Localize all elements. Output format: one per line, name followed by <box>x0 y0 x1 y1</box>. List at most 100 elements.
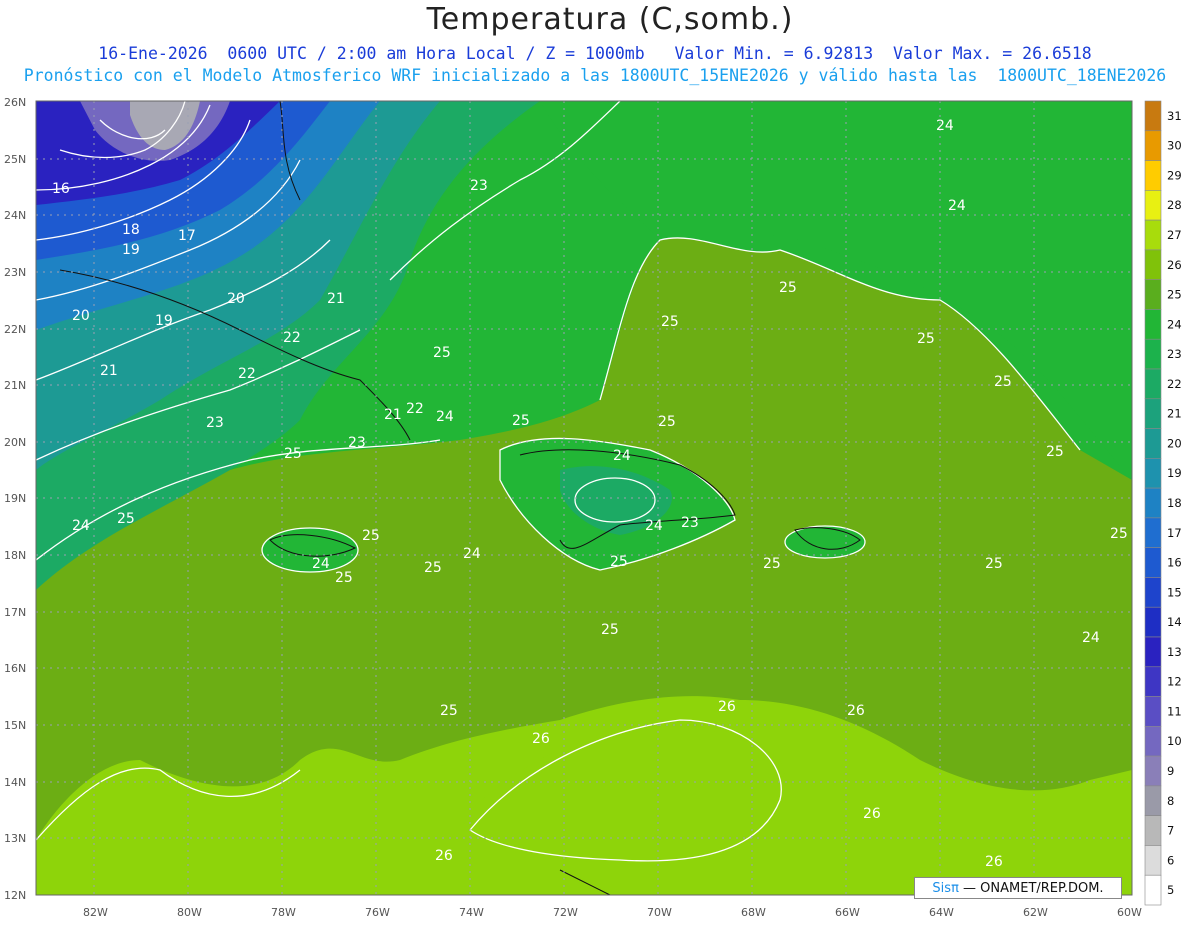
colorbar-label: 31 <box>1167 109 1182 123</box>
colorbar-swatch <box>1144 398 1162 429</box>
colorbar-label: 21 <box>1167 407 1182 421</box>
colorbar-label: 29 <box>1167 168 1182 182</box>
colorbar-label: 12 <box>1167 675 1182 689</box>
colorbar-label: 26 <box>1167 258 1182 272</box>
credit-sis: Sis <box>932 881 952 896</box>
contour-label: 23 <box>206 415 224 431</box>
contour-label: 25 <box>779 280 797 296</box>
colorbar-swatch <box>1144 458 1162 489</box>
colorbar-swatch <box>1144 755 1162 787</box>
colorbar-swatch <box>1144 606 1162 638</box>
lon-label: 82W <box>83 906 108 919</box>
colorbar-swatch <box>1144 577 1162 608</box>
colorbar-swatch <box>1144 279 1162 310</box>
lat-axis: 26N 25N 24N 23N 22N 21N 20N 19N 18N 17N … <box>4 96 26 902</box>
colorbar-label: 30 <box>1167 139 1182 153</box>
contour-label: 22 <box>406 401 424 417</box>
contour-label: 21 <box>327 291 345 307</box>
colorbar-label: 5 <box>1167 883 1174 897</box>
lat-label: 13N <box>4 832 26 845</box>
lat-label: 17N <box>4 606 26 619</box>
temperature-field: 16 17 18 19 20 19 20 21 21 22 22 23 25 2… <box>36 101 1132 895</box>
contour-label: 22 <box>283 330 301 346</box>
contour-label: 25 <box>117 511 135 527</box>
contour-label: 25 <box>362 528 380 544</box>
lon-label: 62W <box>1023 906 1048 919</box>
contour-label: 25 <box>763 556 781 572</box>
credit-org: — ONAMET/REP.DOM. <box>963 881 1104 896</box>
contour-label: 25 <box>610 554 628 570</box>
contour-label: 24 <box>72 518 90 534</box>
lon-label: 70W <box>647 906 672 919</box>
contour-label: 26 <box>532 731 550 747</box>
credit-box: Sisπ — ONAMET/REP.DOM. <box>914 877 1122 899</box>
contour-label: 26 <box>435 848 453 864</box>
colorbar-label: 28 <box>1167 198 1182 212</box>
lat-label: 22N <box>4 323 26 336</box>
colorbar-swatch <box>1144 190 1162 221</box>
lon-label: 72W <box>553 906 578 919</box>
map-title: Temperatura (C,somb.) <box>426 2 794 37</box>
contour-label: 24 <box>948 198 966 214</box>
contour-label: 19 <box>122 242 140 258</box>
colorbar-label: 17 <box>1167 526 1182 540</box>
colorbar-label: 27 <box>1167 228 1182 242</box>
lon-label: 78W <box>271 906 296 919</box>
contour-label: 26 <box>985 854 1003 870</box>
model-info-line: Pronóstico con el Modelo Atmosferico WRF… <box>23 66 1167 85</box>
contour-label: 23 <box>681 515 699 531</box>
colorbar-swatch <box>1144 249 1162 280</box>
colorbar-swatch <box>1144 874 1162 906</box>
valid-time-line: 16-Ene-2026 0600 UTC / 2:00 am Hora Loca… <box>98 44 1092 63</box>
contour-label: 25 <box>1046 444 1064 460</box>
colorbar-swatch <box>1144 666 1162 697</box>
colorbar-label: 19 <box>1167 466 1182 480</box>
colorbar-swatch <box>1144 338 1162 370</box>
colorbar-label: 9 <box>1167 764 1174 778</box>
contour-label: 24 <box>613 448 631 464</box>
colorbar-label: 10 <box>1167 734 1182 748</box>
colorbar-label: 16 <box>1167 556 1182 570</box>
colorbar-label: 18 <box>1167 496 1182 510</box>
lon-axis: 82W 80W 78W 76W 74W 72W 70W 68W 66W 64W … <box>83 906 1142 919</box>
lon-label: 68W <box>741 906 766 919</box>
contour-label: 25 <box>512 413 530 429</box>
colorbar: 31 30 29 28 27 26 25 24 23 22 21 20 19 18 17 16 15 14 13 12… <box>1144 100 1182 906</box>
colorbar-label: 15 <box>1167 585 1182 599</box>
contour-label: 24 <box>1082 630 1100 646</box>
colorbar-label: 25 <box>1167 288 1182 302</box>
contour-label: 25 <box>658 414 676 430</box>
contour-label: 24 <box>645 518 663 534</box>
colorbar-swatch <box>1144 130 1162 161</box>
contour-label: 25 <box>601 622 619 638</box>
lat-label: 15N <box>4 719 26 732</box>
contour-label: 26 <box>847 703 865 719</box>
contour-label: 22 <box>238 366 256 382</box>
colorbar-swatch <box>1144 428 1162 459</box>
contour-label: 16 <box>52 181 70 197</box>
colorbar-swatch <box>1144 696 1162 727</box>
lat-label: 12N <box>4 889 26 902</box>
pi-glyph: π <box>951 881 959 896</box>
lat-label: 21N <box>4 379 26 392</box>
colorbar-swatch <box>1144 726 1162 757</box>
contour-label: 25 <box>335 570 353 586</box>
colorbar-swatch <box>1144 636 1162 668</box>
lat-label: 19N <box>4 492 26 505</box>
colorbar-swatch <box>1144 368 1162 400</box>
lat-label: 16N <box>4 662 26 675</box>
lon-label: 74W <box>459 906 484 919</box>
lat-label: 20N <box>4 436 26 449</box>
contour-label: 24 <box>463 546 481 562</box>
colorbar-label: 6 <box>1167 853 1174 867</box>
colorbar-label: 14 <box>1167 615 1182 629</box>
map-canvas: 16 17 18 19 20 19 20 21 21 22 22 23 25 2… <box>4 96 1182 919</box>
contour-label: 26 <box>863 806 881 822</box>
contour-label: 25 <box>917 331 935 347</box>
lat-label: 18N <box>4 549 26 562</box>
colorbar-label: 13 <box>1167 645 1182 659</box>
contour-label: 25 <box>424 560 442 576</box>
contour-label: 25 <box>985 556 1003 572</box>
lon-label: 60W <box>1117 906 1142 919</box>
contour-label: 18 <box>122 222 140 238</box>
